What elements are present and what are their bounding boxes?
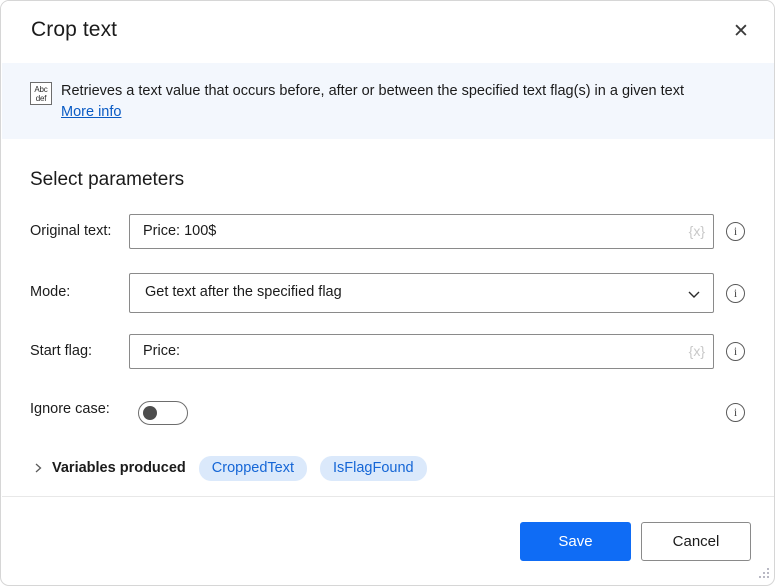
close-icon: ✕ [733,19,749,42]
variable-picker-icon[interactable]: {x} [689,223,705,239]
start-flag-input[interactable]: Price: {x} [129,334,714,369]
abc-def-text-icon: Abc def [30,82,52,105]
mode-value: Get text after the specified flag [145,284,342,300]
description-banner [2,63,774,139]
crop-text-dialog: Crop text ✕ Abc def Retrieves a text val… [0,0,775,586]
ignore-case-info-icon[interactable]: i [726,403,745,422]
chevron-down-icon [687,287,701,301]
variable-chip-is-flag-found[interactable]: IsFlagFound [320,455,427,481]
mode-info-icon[interactable]: i [726,284,745,303]
start-flag-label: Start flag: [30,343,93,359]
banner-description: Retrieves a text value that occurs befor… [61,83,685,99]
variable-chip-cropped-text[interactable]: CroppedText [198,455,307,481]
more-info-link[interactable]: More info [61,104,121,120]
ignore-case-toggle[interactable] [138,401,188,425]
original-text-value: Price: 100$ [143,223,217,239]
dialog-title: Crop text [31,18,118,41]
resize-grip[interactable] [757,568,770,581]
toggle-knob [143,406,157,420]
ignore-case-label: Ignore case: [30,401,110,417]
original-text-input[interactable]: Price: 100$ {x} [129,214,714,249]
mode-label: Mode: [30,284,71,300]
cancel-button[interactable]: Cancel [641,522,751,561]
start-flag-info-icon[interactable]: i [726,342,745,361]
chevron-right-icon[interactable] [31,461,45,475]
variables-produced-label[interactable]: Variables produced [52,460,186,476]
variables-produced-row: Variables produced CroppedText IsFlagFou… [31,455,427,481]
dialog-titlebar: Crop text ✕ [1,1,774,62]
start-flag-value: Price: [143,343,181,359]
abc-def-icon-line1: Abc [34,84,48,94]
page-title: Select parameters [30,169,185,190]
variable-picker-icon[interactable]: {x} [689,343,705,359]
mode-dropdown[interactable]: Get text after the specified flag [129,273,714,313]
save-button[interactable]: Save [520,522,631,561]
original-text-label: Original text: [30,223,112,239]
abc-def-icon-line2: def [35,93,47,103]
original-text-info-icon[interactable]: i [726,222,745,241]
footer-divider [2,496,774,497]
close-button[interactable]: ✕ [720,12,762,50]
